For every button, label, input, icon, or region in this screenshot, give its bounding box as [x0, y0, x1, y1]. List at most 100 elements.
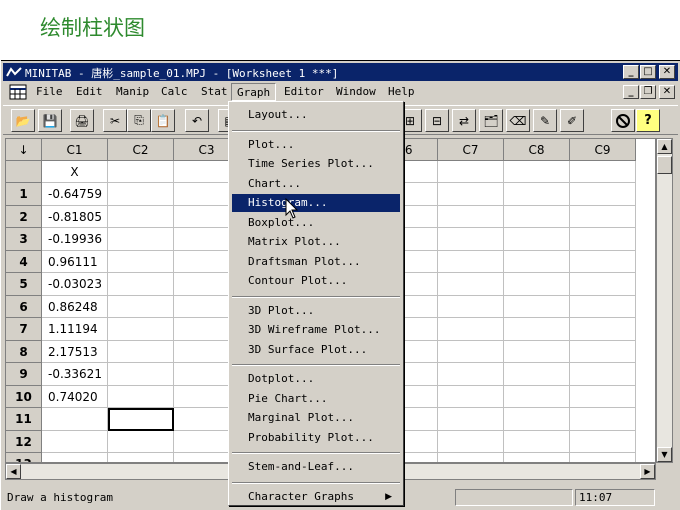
insert-column-icon[interactable]: ⊟ [425, 109, 449, 132]
data-cell[interactable] [108, 273, 174, 296]
menu-window[interactable]: Window [331, 83, 381, 101]
data-cell[interactable] [438, 430, 504, 453]
data-cell[interactable] [438, 250, 504, 273]
data-cell[interactable] [504, 340, 570, 363]
vertical-scrollbar[interactable]: ▲ ▼ [656, 138, 673, 463]
column-name-cell[interactable] [438, 161, 504, 183]
print-icon[interactable]: 🖨 [70, 109, 94, 132]
column-name-cell[interactable]: X [42, 161, 108, 183]
eraser-icon[interactable]: ⌫ [506, 109, 530, 132]
data-cell[interactable] [108, 183, 174, 206]
data-cell[interactable] [504, 408, 570, 431]
column-name-cell[interactable] [570, 161, 636, 183]
row-header[interactable]: 5 [6, 273, 42, 296]
menu-item-pie-chart[interactable]: Pie Chart... [232, 390, 400, 408]
data-cell[interactable] [108, 318, 174, 341]
row-header[interactable]: 3 [6, 228, 42, 251]
data-cell[interactable] [504, 228, 570, 251]
data-cell[interactable] [504, 205, 570, 228]
data-cell[interactable] [504, 250, 570, 273]
data-cell[interactable] [570, 430, 636, 453]
data-cell[interactable] [570, 250, 636, 273]
menu-stat[interactable]: Stat [196, 83, 233, 101]
data-cell[interactable] [570, 385, 636, 408]
data-cell[interactable] [108, 430, 174, 453]
menu-file[interactable]: File [31, 83, 68, 101]
menu-item-matrix-plot[interactable]: Matrix Plot... [232, 233, 400, 251]
open-icon[interactable]: 📂 [11, 109, 35, 132]
row-header[interactable]: 12 [6, 430, 42, 453]
data-cell[interactable] [108, 408, 174, 431]
data-cell[interactable] [438, 295, 504, 318]
doc-minimize-button[interactable]: _ [623, 85, 639, 99]
row-header[interactable]: 10 [6, 385, 42, 408]
menu-item-dotplot[interactable]: Dotplot... [232, 370, 400, 388]
menu-graph[interactable]: Graph [231, 83, 277, 101]
cut-icon[interactable]: ✂ [103, 109, 127, 132]
row-header[interactable]: 11 [6, 408, 42, 431]
row-header[interactable]: 8 [6, 340, 42, 363]
data-cell[interactable] [438, 273, 504, 296]
data-cell[interactable] [504, 273, 570, 296]
menu-manip[interactable]: Manip [111, 83, 154, 101]
menu-editor[interactable]: Editor [279, 83, 329, 101]
data-cell[interactable] [570, 340, 636, 363]
scroll-left-icon[interactable]: ◀ [6, 464, 21, 479]
brush-off-icon[interactable]: ✐ [560, 109, 584, 132]
maximize-button[interactable]: □ [640, 65, 656, 79]
data-cell[interactable] [570, 408, 636, 431]
menu-item-draftsman-plot[interactable]: Draftsman Plot... [232, 253, 400, 271]
scroll-down-icon[interactable]: ▼ [657, 447, 672, 462]
undo-icon[interactable]: ↶ [185, 109, 209, 132]
menu-help[interactable]: Help [383, 83, 420, 101]
data-cell[interactable] [438, 183, 504, 206]
data-cell[interactable] [504, 295, 570, 318]
menu-item-contour-plot[interactable]: Contour Plot... [232, 272, 400, 290]
data-cell[interactable] [42, 430, 108, 453]
data-cell[interactable] [504, 453, 570, 462]
data-cell[interactable] [570, 363, 636, 386]
data-cell[interactable] [438, 453, 504, 462]
data-cell[interactable] [108, 228, 174, 251]
menu-item-plot[interactable]: Plot... [232, 136, 400, 154]
menu-item-character-graphs[interactable]: Character Graphs ▶ [232, 488, 400, 506]
copy-icon[interactable]: ⎘ [127, 109, 151, 132]
data-cell[interactable]: 0.96111 [42, 250, 108, 273]
data-cell[interactable]: -0.19936 [42, 228, 108, 251]
cancel-icon[interactable] [611, 109, 635, 132]
menu-item-probability-plot[interactable]: Probability Plot... [232, 429, 400, 447]
row-header[interactable]: 1 [6, 183, 42, 206]
data-cell[interactable] [438, 363, 504, 386]
data-cell[interactable] [570, 273, 636, 296]
data-cell[interactable] [438, 318, 504, 341]
data-cell[interactable] [108, 385, 174, 408]
data-cell[interactable] [108, 340, 174, 363]
brush-icon[interactable]: ✎ [533, 109, 557, 132]
help-icon[interactable]: ? [636, 109, 660, 132]
column-header[interactable]: C9 [570, 139, 636, 161]
column-header[interactable]: C7 [438, 139, 504, 161]
doc-close-button[interactable]: ✕ [659, 85, 675, 99]
worksheet-icon[interactable] [9, 84, 27, 100]
data-cell[interactable] [570, 228, 636, 251]
menu-calc[interactable]: Calc [156, 83, 193, 101]
data-cell[interactable] [438, 408, 504, 431]
project-manager-icon[interactable]: 🗂 [479, 109, 503, 132]
column-name-cell[interactable] [504, 161, 570, 183]
menu-item-layout[interactable]: Layout... [232, 106, 400, 124]
data-cell[interactable] [570, 453, 636, 462]
data-cell[interactable] [42, 408, 108, 431]
data-cell[interactable] [108, 453, 174, 462]
data-cell[interactable] [438, 228, 504, 251]
menu-item-3d-plot[interactable]: 3D Plot... [232, 302, 400, 320]
data-cell[interactable] [570, 183, 636, 206]
data-cell[interactable]: -0.03023 [42, 273, 108, 296]
data-cell[interactable] [438, 205, 504, 228]
data-cell[interactable] [504, 318, 570, 341]
menu-item-marginal-plot[interactable]: Marginal Plot... [232, 409, 400, 427]
data-cell[interactable] [504, 385, 570, 408]
paste-icon[interactable]: 📋 [151, 109, 175, 132]
row-header[interactable]: 2 [6, 205, 42, 228]
data-cell[interactable]: 1.11194 [42, 318, 108, 341]
data-cell[interactable] [504, 183, 570, 206]
